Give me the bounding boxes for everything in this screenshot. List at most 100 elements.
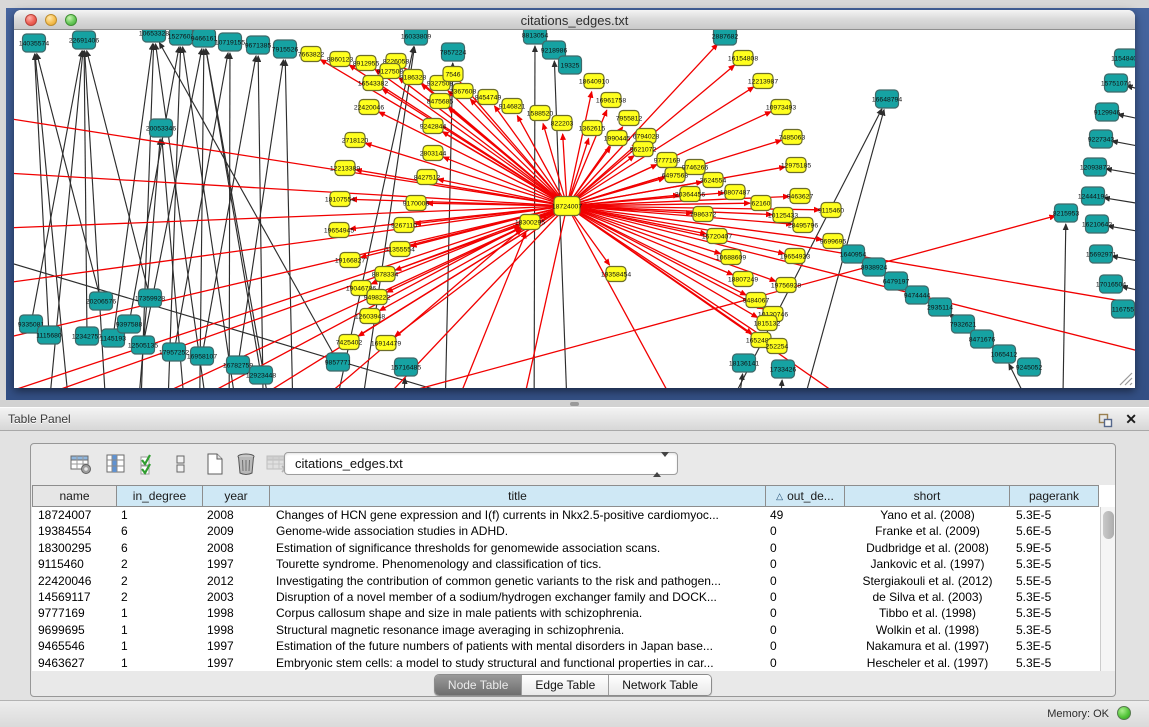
graph-node[interactable]: 20364456 <box>675 187 705 202</box>
graph-node[interactable]: 7986372 <box>690 207 717 222</box>
cell-year[interactable]: 2003 <box>203 589 270 605</box>
cell-pagerank[interactable]: 5.3E-5 <box>1010 622 1099 638</box>
graph-node[interactable]: 2935114 <box>927 298 953 316</box>
graph-node[interactable]: 9857771 <box>325 353 352 371</box>
graph-node[interactable]: 15751074 <box>1101 74 1131 92</box>
graph-node[interactable]: 8427512 <box>414 170 441 185</box>
graph-node[interactable]: 8912955 <box>353 56 380 71</box>
cell-title[interactable]: Structural magnetic resonance image aver… <box>270 622 766 638</box>
cell-short[interactable]: Wolkin et al. (1998) <box>845 622 1010 638</box>
tab-edge-table[interactable]: Edge Table <box>521 675 608 695</box>
graph-node[interactable]: 9146821 <box>499 99 526 114</box>
graph-node[interactable]: 2718120 <box>342 133 369 148</box>
cell-name[interactable]: 9465546 <box>32 638 117 654</box>
cell-name[interactable]: 9699695 <box>32 622 117 638</box>
graph-node[interactable]: 12444194 <box>1078 187 1108 205</box>
table-source-select[interactable]: citations_edges.txt <box>284 452 678 475</box>
graph-node[interactable]: 20206576 <box>86 292 116 310</box>
graph-node[interactable]: 19358454 <box>601 267 631 282</box>
cell-out-de-[interactable]: 49 <box>766 507 845 523</box>
graph-node[interactable]: 8215953 <box>1053 204 1080 222</box>
close-panel-icon[interactable]: ✕ <box>1125 411 1137 427</box>
graph-node[interactable]: 17359928 <box>135 289 165 307</box>
table-row[interactable]: 1830029562008Estimation of significance … <box>32 540 1100 556</box>
tab-node-table[interactable]: Node Table <box>435 675 522 695</box>
graph-node[interactable]: 10719155 <box>215 33 245 51</box>
cell-short[interactable]: Stergiakouli et al. (2012) <box>845 573 1010 589</box>
graph-node[interactable]: 1588520 <box>527 106 554 121</box>
graph-node[interactable]: 1115680 <box>36 326 62 344</box>
cell-name[interactable]: 18724007 <box>32 507 117 523</box>
graph-node[interactable]: 18640910 <box>579 74 609 89</box>
table-row[interactable]: 946362711997Embryonic stem cells: a mode… <box>32 655 1100 671</box>
graph-node[interactable]: 12975185 <box>781 158 811 173</box>
graph-node[interactable]: 9170006 <box>403 196 430 211</box>
cell-short[interactable]: Jankovic et al. (1997) <box>845 556 1010 572</box>
cell-out-de-[interactable]: 0 <box>766 540 845 556</box>
cell-year[interactable]: 2009 <box>203 523 270 539</box>
cell-pagerank[interactable]: 5.9E-5 <box>1010 540 1099 556</box>
memory-status-indicator[interactable] <box>1117 706 1131 720</box>
cell-in-degree[interactable]: 2 <box>117 556 203 572</box>
graph-node[interactable]: 12505135 <box>128 336 158 354</box>
graph-node[interactable]: 1815132 <box>754 316 781 331</box>
cell-out-de-[interactable]: 0 <box>766 638 845 654</box>
graph-node[interactable]: 7915526 <box>272 40 299 58</box>
graph-node[interactable]: 8938924 <box>861 258 888 276</box>
column-header-out-de-[interactable]: △out_de... <box>766 485 845 507</box>
cell-in-degree[interactable]: 1 <box>117 655 203 671</box>
rows-toggle-button[interactable] <box>169 451 193 477</box>
cell-in-degree[interactable]: 1 <box>117 507 203 523</box>
graph-node[interactable]: 12342757 <box>72 327 102 345</box>
splitter-handle-icon[interactable] <box>570 402 579 406</box>
cell-title[interactable]: Estimation of significance thresholds fo… <box>270 540 766 556</box>
cell-name[interactable]: 9115460 <box>32 556 117 572</box>
graph-node[interactable]: 7663822 <box>298 47 325 62</box>
cell-short[interactable]: de Silva et al. (2003) <box>845 589 1010 605</box>
cell-pagerank[interactable]: 5.3E-5 <box>1010 638 1099 654</box>
graph-node[interactable]: 16914479 <box>371 336 401 351</box>
cell-short[interactable]: Tibbo et al. (1998) <box>845 605 1010 621</box>
graph-node[interactable]: 12213987 <box>748 74 778 89</box>
table-row[interactable]: 946554611997Estimation of the future num… <box>32 638 1100 654</box>
column-header-name[interactable]: name <box>32 485 117 507</box>
graph-node[interactable]: 9466161 <box>191 30 218 47</box>
cell-out-de-[interactable]: 0 <box>766 589 845 605</box>
cell-pagerank[interactable]: 5.3E-5 <box>1010 589 1099 605</box>
table-row[interactable]: 1872400712008Changes of HCN gene express… <box>32 507 1100 523</box>
graph-node[interactable]: 1990445 <box>604 131 631 146</box>
cell-in-degree[interactable]: 6 <box>117 540 203 556</box>
graph-node[interactable]: 8471676 <box>969 330 996 348</box>
graph-node[interactable]: 9498222 <box>364 290 391 305</box>
table-row[interactable]: 911546021997Tourette syndrome. Phenomeno… <box>32 556 1100 572</box>
delete-button[interactable] <box>234 451 258 477</box>
cell-short[interactable]: Nakamura et al. (1997) <box>845 638 1010 654</box>
graph-node[interactable]: 2887682 <box>712 30 739 45</box>
graph-node[interactable]: 16782759 <box>223 356 253 374</box>
graph-node[interactable]: 2367608 <box>450 84 477 99</box>
graph-node[interactable]: 15692971 <box>1086 245 1116 263</box>
graph-node[interactable]: 9746266 <box>682 160 709 175</box>
cell-out-de-[interactable]: 0 <box>766 622 845 638</box>
cell-out-de-[interactable]: 0 <box>766 573 845 589</box>
graph-node[interactable]: 11355554 <box>385 242 415 257</box>
cell-pagerank[interactable]: 5.6E-5 <box>1010 523 1099 539</box>
cell-year[interactable]: 1997 <box>203 655 270 671</box>
column-header-short[interactable]: short <box>845 485 1010 507</box>
graph-node[interactable]: 12923448 <box>246 366 276 384</box>
graph-node[interactable]: 7546 <box>443 67 463 82</box>
column-header-title[interactable]: title <box>270 485 766 507</box>
network-window[interactable]: citations_edges.txt 14035574226914061065… <box>14 10 1135 388</box>
graph-hub-node[interactable]: 18724007 <box>552 197 582 216</box>
network-window-titlebar[interactable]: citations_edges.txt <box>14 10 1135 30</box>
cell-year[interactable]: 1998 <box>203 622 270 638</box>
cell-year[interactable]: 1997 <box>203 556 270 572</box>
network-canvas[interactable]: 1403557422691406106533281527602946616110… <box>14 30 1135 388</box>
cell-year[interactable]: 2012 <box>203 573 270 589</box>
cell-out-de-[interactable]: 0 <box>766 523 845 539</box>
graph-node[interactable]: 14035574 <box>19 34 49 52</box>
graph-node[interactable]: 22691406 <box>69 31 99 49</box>
table-body[interactable]: 1872400712008Changes of HCN gene express… <box>32 507 1100 671</box>
graph-node[interactable]: 9463627 <box>787 189 814 204</box>
cell-name[interactable]: 9463627 <box>32 655 117 671</box>
